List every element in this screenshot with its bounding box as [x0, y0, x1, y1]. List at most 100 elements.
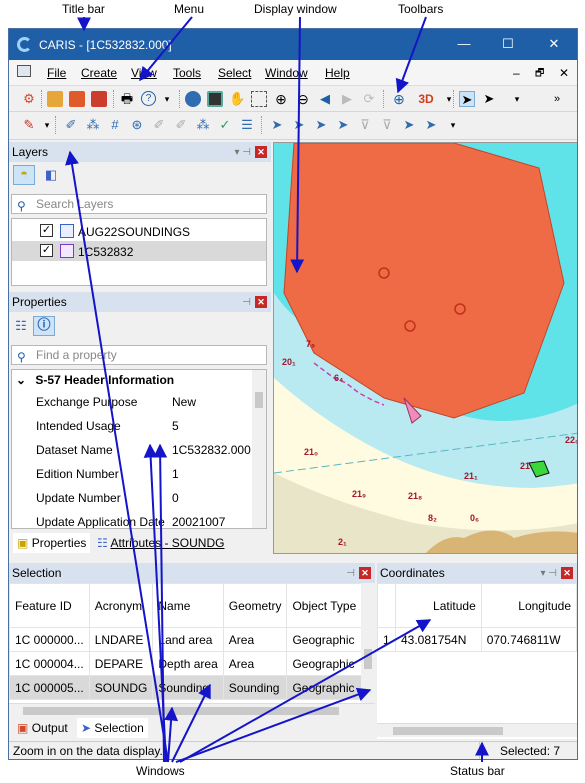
- property-row[interactable]: Edition Number 1: [12, 462, 266, 486]
- layers-panel-title[interactable]: Layers ▾ ⊣ ✕: [9, 142, 271, 162]
- coordinates-hscroll[interactable]: [377, 723, 577, 737]
- help-icon[interactable]: ?: [141, 91, 156, 106]
- layers-group-icon[interactable]: ◧: [43, 167, 59, 183]
- column-header[interactable]: Name: [152, 583, 224, 628]
- layer-checkbox[interactable]: ✓: [40, 244, 53, 257]
- zoom-out-icon[interactable]: ⊖: [295, 91, 311, 107]
- display-icon[interactable]: [207, 91, 223, 107]
- column-header[interactable]: Geometry: [222, 583, 288, 628]
- layer-item-1c532832[interactable]: ✓ 1C532832: [12, 241, 266, 261]
- table-row[interactable]: 1C 000004... DEPARE Depth area Area Geog…: [9, 651, 363, 676]
- doc-minimize-button[interactable]: –: [513, 66, 520, 80]
- menu-tools[interactable]: Tools: [173, 66, 201, 80]
- select-tools-dropdown-icon[interactable]: ▾: [445, 117, 461, 133]
- title-bar[interactable]: CARIS - [1C532832.000] — ☐ ✕: [9, 29, 577, 60]
- pan-hand-icon[interactable]: ✋: [229, 91, 245, 107]
- column-header[interactable]: Acronym: [88, 583, 154, 628]
- properties-panel-title[interactable]: Properties ⊣ ✕: [9, 292, 271, 312]
- zoom-box-icon[interactable]: [251, 91, 267, 107]
- info-icon[interactable]: ⓘ: [33, 316, 55, 336]
- pin-icon[interactable]: ▾ ⊣: [540, 564, 557, 584]
- selection-hscroll[interactable]: [9, 703, 375, 717]
- selection-close-icon[interactable]: ✕: [359, 567, 371, 579]
- new-chart-icon[interactable]: [47, 91, 63, 107]
- edit-pen-icon[interactable]: ✎: [21, 117, 37, 133]
- open-data-icon[interactable]: ⚙: [21, 91, 37, 107]
- pin-icon[interactable]: ⊣: [346, 564, 355, 584]
- menu-file[interactable]: File: [47, 66, 66, 80]
- chart-map[interactable]: 7₉ 6₄ 20₁ 21₀ 21₉ 21₈ 21₁ 22₀ 8₂ 0₆ 2₁ 2…: [274, 143, 578, 554]
- 3d-view-icon[interactable]: 3D: [413, 91, 439, 107]
- layers-close-icon[interactable]: ✕: [255, 146, 267, 158]
- refresh-icon[interactable]: ⟳: [361, 91, 377, 107]
- categorized-icon[interactable]: ☷: [13, 318, 29, 334]
- search-layers-input[interactable]: ⚲ Search Layers: [11, 194, 267, 214]
- pin-icon[interactable]: ⊣: [242, 293, 251, 313]
- edit-dropdown-icon[interactable]: ▾: [39, 117, 55, 133]
- document-icon[interactable]: [17, 65, 31, 77]
- menu-window[interactable]: Window: [265, 66, 308, 80]
- column-header[interactable]: Longitude: [480, 583, 577, 628]
- filter-icon[interactable]: ⊽: [357, 117, 373, 133]
- coordinates-panel-title[interactable]: Coordinates ▾ ⊣ ✕: [377, 563, 577, 583]
- globe-icon[interactable]: [185, 91, 201, 107]
- zoom-in-icon[interactable]: ⊕: [273, 91, 289, 107]
- property-row[interactable]: Update Number 0: [12, 486, 266, 510]
- display-window[interactable]: 7₉ 6₄ 20₁ 21₀ 21₉ 21₈ 21₁ 22₀ 8₂ 0₆ 2₁ 2…: [273, 142, 578, 554]
- minimize-button[interactable]: —: [449, 34, 479, 54]
- feature-tool-7-icon[interactable]: ⁂: [195, 117, 211, 133]
- feature-tool-2-icon[interactable]: ⁂: [85, 117, 101, 133]
- selection-panel-title[interactable]: Selection ⊣ ✕: [9, 563, 375, 583]
- menu-create[interactable]: Create: [81, 66, 117, 80]
- select-dropdown-icon[interactable]: ▾: [509, 91, 525, 107]
- doc-restore-button[interactable]: 🗗: [535, 66, 544, 83]
- section-header[interactable]: ⌄ S-57 Header Information: [16, 373, 174, 387]
- feature-tool-5-icon[interactable]: ✐: [151, 117, 167, 133]
- feature-tool-3-icon[interactable]: #: [107, 117, 123, 133]
- feature-tool-4-icon[interactable]: ⊛: [129, 117, 145, 133]
- table-row[interactable]: 1C 000000... LNDARE Land area Area Geogr…: [9, 627, 363, 652]
- layer-checkbox[interactable]: ✓: [40, 224, 53, 237]
- close-button[interactable]: ✕: [539, 34, 569, 54]
- layer-item-aug22soundings[interactable]: ✓ AUG22SOUNDINGS: [12, 221, 266, 241]
- select-tool-3-icon[interactable]: ➤: [313, 117, 329, 133]
- lasso-select-icon[interactable]: ➤: [481, 91, 497, 107]
- properties-close-icon[interactable]: ✕: [255, 296, 267, 308]
- table-row[interactable]: 1 43.081754N 070.746811W: [377, 627, 577, 652]
- coordinates-close-icon[interactable]: ✕: [561, 567, 573, 579]
- properties-scrollbar[interactable]: [252, 370, 266, 528]
- column-header[interactable]: Object Type: [286, 583, 363, 628]
- menu-view[interactable]: View: [131, 66, 157, 80]
- doc-close-button[interactable]: ✕: [559, 66, 569, 80]
- tab-properties[interactable]: ▣ Properties: [13, 533, 91, 553]
- feature-tool-9-icon[interactable]: ☰: [239, 117, 255, 133]
- print-icon[interactable]: 🖶: [119, 91, 135, 107]
- toolbar-overflow-icon[interactable]: »: [549, 91, 565, 107]
- property-row[interactable]: Dataset Name 1C532832.000: [12, 438, 266, 462]
- table-row-selected[interactable]: 1C 000005... SOUNDG Sounding Sounding Ge…: [9, 675, 363, 700]
- column-header[interactable]: Feature ID: [9, 583, 90, 628]
- select-tool-4-icon[interactable]: ➤: [335, 117, 351, 133]
- tab-output[interactable]: ▣ Output: [13, 718, 72, 738]
- tab-attributes[interactable]: ☷ Attributes - SOUNDG: [93, 533, 228, 553]
- filter-2-icon[interactable]: ⊽: [379, 117, 395, 133]
- maximize-button[interactable]: ☐: [493, 34, 523, 54]
- open-chart-icon[interactable]: [69, 91, 85, 107]
- tab-selection[interactable]: ➤ Selection: [77, 718, 148, 738]
- previous-view-icon[interactable]: ◀: [317, 91, 333, 107]
- web-globe-icon[interactable]: ⊕: [391, 91, 407, 107]
- save-chart-icon[interactable]: [91, 91, 107, 107]
- menu-select[interactable]: Select: [218, 66, 251, 80]
- next-view-icon[interactable]: ▶: [339, 91, 355, 107]
- select-tool-5-icon[interactable]: ➤: [401, 117, 417, 133]
- feature-tool-8-icon[interactable]: ✓: [217, 117, 233, 133]
- collapse-chevron-icon[interactable]: ⌄: [16, 373, 26, 387]
- menu-help[interactable]: Help: [325, 66, 350, 80]
- pin-icon[interactable]: ▾ ⊣: [234, 143, 251, 163]
- selection-vscroll[interactable]: [361, 583, 375, 703]
- select-tool-6-icon[interactable]: ➤: [423, 117, 439, 133]
- 3d-dropdown-icon[interactable]: ▾: [441, 91, 457, 107]
- property-row[interactable]: Exchange Purpose New: [12, 390, 266, 414]
- property-row[interactable]: Intended Usage 5: [12, 414, 266, 438]
- feature-tool-6-icon[interactable]: ✐: [173, 117, 189, 133]
